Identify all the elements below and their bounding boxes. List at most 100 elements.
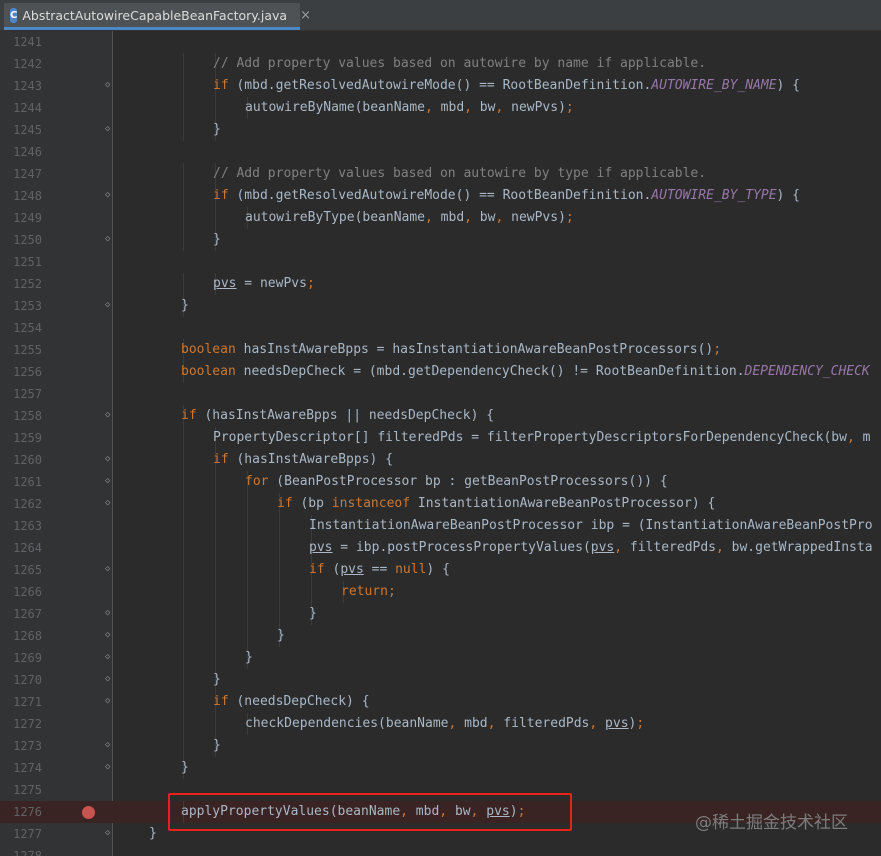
code-token: PropertyDescriptor[] filteredPds = filte… xyxy=(213,430,847,445)
code-line[interactable]: 1268 ◇} xyxy=(0,625,881,647)
fold-marker-icon[interactable]: ◇ xyxy=(105,763,113,772)
fold-marker-icon[interactable]: ◇ xyxy=(105,609,113,618)
code-token: , xyxy=(846,430,855,445)
fold-marker-icon[interactable]: ◇ xyxy=(105,675,113,684)
code-text: if (mbd.getResolvedAutowireMode() == Roo… xyxy=(213,185,800,207)
code-token: hasInstAwareBpps = hasInstantiationAware… xyxy=(235,342,714,357)
code-line[interactable]: 1247 // Add property values based on auto… xyxy=(0,163,881,185)
code-line[interactable]: 1262 ◇ if (bp instanceof InstantiationAwar… xyxy=(0,493,881,515)
indent-guide xyxy=(183,691,184,713)
fold-marker-icon[interactable]: ◇ xyxy=(105,653,113,662)
indent-guide xyxy=(183,97,184,119)
code-line[interactable]: 1274 ◇} xyxy=(0,757,881,779)
code-line[interactable]: 1258 ◇ if (hasInstAwareBpps || needsDepChe… xyxy=(0,405,881,427)
code-line[interactable]: 1241 xyxy=(0,31,881,53)
code-line[interactable]: 1256 boolean needsDepCheck = (mbd.getDepe… xyxy=(0,361,881,383)
code-line[interactable]: 1251 xyxy=(0,251,881,273)
fold-marker-icon[interactable]: ◇ xyxy=(105,829,113,838)
code-text: } xyxy=(213,735,221,757)
tab-abstract-autowire-capable-bean-factory[interactable]: C AbstractAutowireCapableBeanFactory.jav… xyxy=(4,3,311,30)
line-number: 1268 xyxy=(13,629,42,643)
code-token: InstantiationAwareBeanPostProcessor ibp … xyxy=(309,518,873,533)
line-number: 1260 xyxy=(13,453,42,467)
code-line[interactable]: 1257 xyxy=(0,383,881,405)
line-number: 1261 xyxy=(13,475,42,489)
indent-guide xyxy=(215,537,216,559)
code-line[interactable]: 1266 return; xyxy=(0,581,881,603)
code-line[interactable]: 1248 ◇ if (mbd.getResolvedAutowireMode() =… xyxy=(0,185,881,207)
code-text: if (pvs == null) { xyxy=(309,559,450,581)
code-token: } xyxy=(245,650,253,665)
code-line[interactable]: 1269 ◇} xyxy=(0,647,881,669)
code-line[interactable]: 1264 pvs = ibp.postProcessPropertyValues(… xyxy=(0,537,881,559)
code-line[interactable]: 1261 ◇ for (BeanPostProcessor bp : getBean… xyxy=(0,471,881,493)
code-line[interactable]: 1243 ◇ if (mbd.getResolvedAutowireMode() =… xyxy=(0,75,881,97)
fold-marker-icon[interactable]: ◇ xyxy=(105,631,113,640)
code-line[interactable]: 1265 ◇ if (pvs == null) { xyxy=(0,559,881,581)
breakpoint-icon[interactable] xyxy=(82,806,95,819)
code-token: pvs xyxy=(605,716,629,731)
close-icon[interactable]: × xyxy=(300,8,311,23)
code-line[interactable]: 1260 ◇ if (hasInstAwareBpps) { xyxy=(0,449,881,471)
code-line[interactable]: 1249 autowireByType(beanName, mbd, bw, ne… xyxy=(0,207,881,229)
code-token: == xyxy=(363,562,396,577)
fold-marker-icon[interactable]: ◇ xyxy=(105,477,113,486)
indent-guide xyxy=(183,669,184,691)
indent-guide xyxy=(215,713,216,735)
fold-marker-icon[interactable]: ◇ xyxy=(105,301,113,310)
tab-label: AbstractAutowireCapableBeanFactory.java xyxy=(22,7,288,23)
code-text: if (needsDepCheck) { xyxy=(213,691,370,713)
fold-marker-icon[interactable]: ◇ xyxy=(105,565,113,574)
code-line[interactable]: 1246 xyxy=(0,141,881,163)
line-number: 1253 xyxy=(13,299,42,313)
code-line[interactable]: 1244 autowireByName(beanName, mbd, bw, ne… xyxy=(0,97,881,119)
indent-guide xyxy=(183,471,184,493)
indent-guide xyxy=(183,603,184,625)
fold-marker-icon[interactable]: ◇ xyxy=(105,499,113,508)
fold-marker-icon[interactable]: ◇ xyxy=(105,81,113,90)
code-token: (BeanPostProcessor bp : getBeanPostProce… xyxy=(268,474,668,489)
code-line[interactable]: 1270 ◇} xyxy=(0,669,881,691)
indent-guide xyxy=(215,207,216,229)
fold-marker-icon[interactable]: ◇ xyxy=(105,455,113,464)
fold-marker-icon[interactable]: ◇ xyxy=(105,125,113,134)
code-text: pvs = newPvs; xyxy=(213,273,315,295)
line-number: 1272 xyxy=(13,717,42,731)
code-line[interactable]: 1271 ◇ if (needsDepCheck) { xyxy=(0,691,881,713)
code-token: autowireByName(beanName xyxy=(245,100,426,115)
fold-marker-icon[interactable]: ◇ xyxy=(105,191,113,200)
code-line[interactable]: 1267 ◇} xyxy=(0,603,881,625)
code-line[interactable]: 1272 checkDependencies(beanName, mbd, fil… xyxy=(0,713,881,735)
code-text: if (bp instanceof InstantiationAwareBean… xyxy=(277,493,715,515)
code-token: newPvs) xyxy=(503,100,566,115)
line-number: 1250 xyxy=(13,233,42,247)
code-token: if xyxy=(181,408,197,423)
fold-marker-icon[interactable]: ◇ xyxy=(105,741,113,750)
code-token: , xyxy=(464,210,472,225)
indent-guide xyxy=(279,559,280,581)
code-line[interactable]: 1245 ◇} xyxy=(0,119,881,141)
fold-marker-icon[interactable]: ◇ xyxy=(105,235,113,244)
line-number: 1278 xyxy=(13,849,42,856)
code-line[interactable]: 1255 boolean hasInstAwareBpps = hasInstan… xyxy=(0,339,881,361)
code-token: (mbd.getResolvedAutowireMode() == RootBe… xyxy=(228,188,652,203)
fold-marker-icon[interactable]: ◇ xyxy=(105,697,113,706)
code-token: (hasInstAwareBpps || needsDepCheck) { xyxy=(196,408,495,423)
fold-marker-icon[interactable]: ◇ xyxy=(105,411,113,420)
code-line[interactable]: 1254 xyxy=(0,317,881,339)
code-line[interactable]: 1273 ◇} xyxy=(0,735,881,757)
code-token: , xyxy=(716,540,724,555)
code-line[interactable]: 1259 PropertyDescriptor[] filteredPds = f… xyxy=(0,427,881,449)
code-line[interactable]: 1278 xyxy=(0,845,881,856)
code-editor[interactable]: 1241 1242 // Add property values based on … xyxy=(0,31,881,856)
code-line[interactable]: 1263 InstantiationAwareBeanPostProcessor … xyxy=(0,515,881,537)
code-line[interactable]: 1250 ◇} xyxy=(0,229,881,251)
code-token: boolean xyxy=(181,342,236,357)
line-number: 1244 xyxy=(13,101,42,115)
code-line[interactable]: 1242 // Add property values based on auto… xyxy=(0,53,881,75)
code-token: if xyxy=(213,694,229,709)
code-token: pvs xyxy=(590,540,615,555)
code-line[interactable]: 1252 pvs = newPvs; xyxy=(0,273,881,295)
code-line[interactable]: 1253 ◇} xyxy=(0,295,881,317)
